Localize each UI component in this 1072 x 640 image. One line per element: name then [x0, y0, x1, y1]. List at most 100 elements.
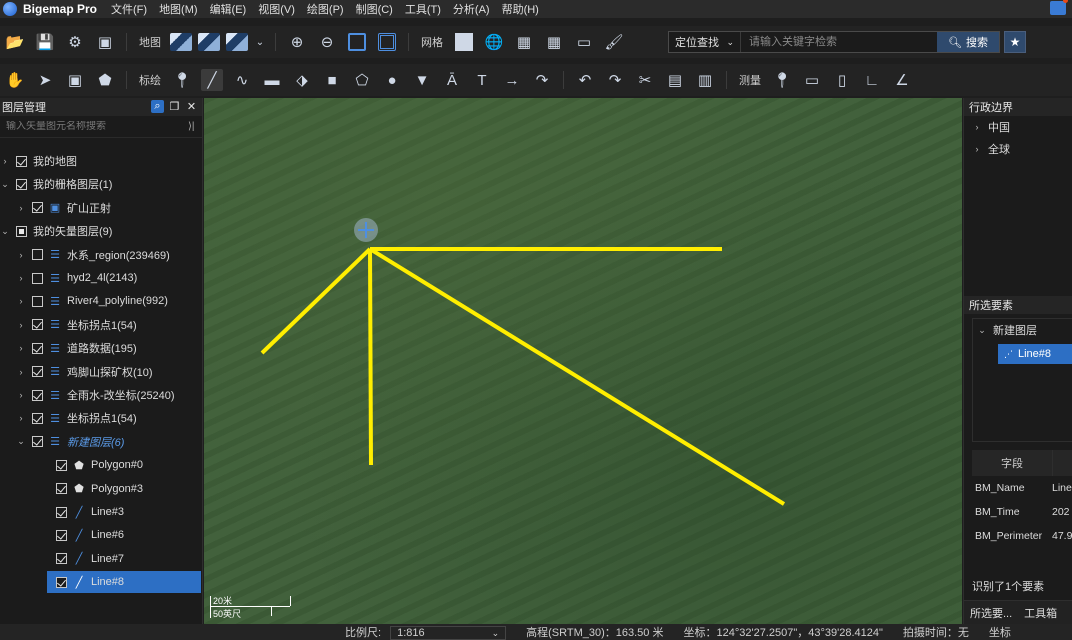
layer-tree-item[interactable]: ╱ Line#3: [0, 501, 203, 523]
line-segment[interactable]: [260, 247, 372, 355]
drawn-line-feature[interactable]: [260, 247, 786, 506]
search-input[interactable]: [741, 32, 937, 52]
layer-tree-item[interactable]: › ☰ 水系_region(239469): [0, 244, 203, 266]
select-shape-icon[interactable]: ⬟: [94, 69, 116, 91]
layer-checkbox[interactable]: [56, 459, 67, 471]
scale-select[interactable]: 1:816 ⌄: [390, 626, 507, 640]
basemap-terrain-icon[interactable]: [226, 33, 248, 51]
brush-icon[interactable]: 🖌: [603, 31, 625, 53]
arrow-right-icon[interactable]: →: [501, 69, 523, 91]
layer-tree-item[interactable]: › ▣ 矿山正射: [0, 197, 203, 219]
grid-icon[interactable]: [453, 31, 475, 53]
document-icon[interactable]: ▤: [664, 69, 686, 91]
open-folder-icon[interactable]: 📂: [4, 31, 26, 53]
pointer-icon[interactable]: ➤: [34, 69, 56, 91]
layer-checkbox[interactable]: [16, 178, 27, 190]
layer-checkbox[interactable]: [16, 225, 27, 237]
layer-tree-item[interactable]: ╱ Line#6: [0, 524, 203, 546]
menu-draw[interactable]: 绘图(P): [307, 1, 344, 17]
layer-tree-item[interactable]: ⌄ 我的矢量图层(9): [0, 220, 203, 242]
layer-checkbox[interactable]: [16, 155, 27, 167]
table-grid-icon[interactable]: ▦: [543, 31, 565, 53]
collapse-icon[interactable]: ⟩|: [188, 121, 202, 132]
chevron-right-icon[interactable]: ›: [0, 156, 10, 166]
layer-tree-item[interactable]: ╱ Line#7: [0, 548, 203, 570]
layer-tree-item[interactable]: ╱ Line#8: [47, 571, 201, 594]
layer-tree-item[interactable]: ⬟ Polygon#3: [0, 478, 203, 500]
layer-filter-input[interactable]: [0, 121, 188, 132]
layer-checkbox[interactable]: [56, 529, 67, 541]
measure-distance-icon[interactable]: ▭: [801, 69, 823, 91]
favorite-star-button[interactable]: ★: [1004, 31, 1026, 53]
selected-feature-item[interactable]: ⋰ Line#8: [998, 344, 1072, 364]
layer-tree-item[interactable]: › ☰ 坐标拐点1(54): [0, 407, 203, 429]
folder-icon[interactable]: ▭: [573, 31, 595, 53]
layer-checkbox[interactable]: [56, 506, 67, 518]
zoom-out-icon[interactable]: ⊖: [316, 31, 338, 53]
layer-checkbox[interactable]: [32, 366, 43, 378]
full-screen-icon[interactable]: [376, 31, 398, 53]
search-button[interactable]: 🔍︎ 搜索: [937, 32, 999, 52]
scissors-icon[interactable]: ✂: [634, 69, 656, 91]
basemap-hybrid-icon[interactable]: [198, 33, 220, 51]
selected-layer-row[interactable]: ⌄ 新建图层: [973, 319, 1072, 341]
chevron-down-icon[interactable]: ⌄: [0, 226, 10, 237]
draw-text-icon[interactable]: Ā: [441, 69, 463, 91]
chevron-right-icon[interactable]: ›: [16, 203, 26, 213]
measure-point-icon[interactable]: 📍︎: [771, 69, 793, 91]
layer-checkbox[interactable]: [32, 436, 43, 448]
curved-arrow-icon[interactable]: ↷: [531, 69, 553, 91]
tab-toolbox[interactable]: 工具箱: [1018, 601, 1063, 624]
tile-grid-icon[interactable]: ▦: [513, 31, 535, 53]
draw-polygon-icon[interactable]: ⬠: [351, 69, 373, 91]
save-icon[interactable]: 💾: [34, 31, 56, 53]
layer-tree-item[interactable]: ⬟ Polygon#0: [0, 454, 203, 476]
layer-checkbox[interactable]: [32, 202, 43, 214]
chevron-down-icon[interactable]: ⌄: [0, 179, 10, 190]
chevron-right-icon[interactable]: ›: [16, 320, 26, 330]
menu-tools[interactable]: 工具(T): [405, 1, 441, 17]
layer-tree-item[interactable]: › ☰ 坐标拐点1(54): [0, 314, 203, 336]
measure-area-icon[interactable]: ▯: [831, 69, 853, 91]
chevron-down-icon[interactable]: ⌄: [16, 436, 26, 447]
layer-tree-item[interactable]: › ☰ 鸡脚山探矿权(10): [0, 361, 203, 383]
pan-hand-icon[interactable]: ✋: [4, 69, 26, 91]
layer-checkbox[interactable]: [32, 272, 43, 284]
select-image-icon[interactable]: ▣: [64, 69, 86, 91]
menu-help[interactable]: 帮助(H): [502, 1, 539, 17]
menu-file[interactable]: 文件(F): [111, 1, 147, 17]
undo-icon[interactable]: ↶: [574, 69, 596, 91]
globe-icon[interactable]: 🌐: [483, 31, 505, 53]
chevron-right-icon[interactable]: ›: [16, 250, 26, 260]
gear-icon[interactable]: ⚙: [64, 31, 86, 53]
draw-line-icon[interactable]: ╱: [201, 69, 223, 91]
chevron-right-icon[interactable]: ›: [16, 343, 26, 353]
image-export-icon[interactable]: ▣: [94, 31, 116, 53]
zoom-in-icon[interactable]: ⊕: [286, 31, 308, 53]
layer-tree-item[interactable]: ⌄ ☰ 新建图层(6): [0, 431, 203, 453]
chevron-right-icon[interactable]: ›: [16, 296, 26, 306]
menu-view[interactable]: 视图(V): [258, 1, 295, 17]
menu-cartography[interactable]: 制图(C): [356, 1, 393, 17]
zoom-extent-icon[interactable]: [346, 31, 368, 53]
close-icon[interactable]: ✕: [185, 100, 198, 113]
search-mode-dropdown[interactable]: 定位查找 ⌄: [669, 32, 741, 52]
layer-checkbox[interactable]: [56, 553, 67, 565]
draw-sector-icon[interactable]: ▼: [411, 69, 433, 91]
text-box-icon[interactable]: T: [471, 69, 493, 91]
line-segment[interactable]: [368, 247, 786, 506]
layer-checkbox[interactable]: [32, 249, 43, 261]
map-pin-icon[interactable]: 📍︎: [171, 69, 193, 91]
search-icon[interactable]: ⌕: [151, 100, 164, 113]
menu-map[interactable]: 地图(M): [159, 1, 198, 17]
message-icon[interactable]: [1050, 0, 1068, 15]
line-segment[interactable]: [368, 248, 373, 466]
draw-square-icon[interactable]: ■: [321, 69, 343, 91]
layer-checkbox[interactable]: [56, 483, 67, 495]
layer-tree-item[interactable]: › ☰ River4_polyline(992): [0, 290, 203, 312]
basemap-satellite-icon[interactable]: [170, 33, 192, 51]
measure-azimuth-icon[interactable]: ∠: [891, 69, 913, 91]
layer-tree-item[interactable]: › ☰ 全雨水-改坐标(25240): [0, 384, 203, 406]
draw-circle-icon[interactable]: ●: [381, 69, 403, 91]
measure-angle-icon[interactable]: ∟: [861, 69, 883, 91]
